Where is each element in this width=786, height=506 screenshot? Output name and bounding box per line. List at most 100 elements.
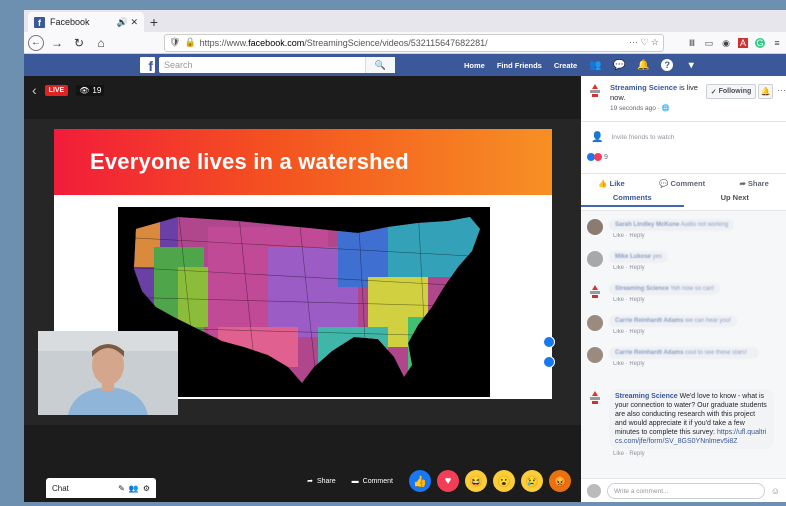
tab-comments[interactable]: Comments <box>581 193 684 207</box>
nav-create[interactable]: Create <box>554 61 577 70</box>
write-comment-row: Write a comment... ☺ <box>581 478 786 502</box>
comment-icon: ▬ <box>351 477 359 485</box>
friend-requests-icon[interactable]: 👥 <box>589 59 601 71</box>
emoji-icon[interactable]: ☺ <box>771 486 780 496</box>
player-top-bar: ‹ LIVE 👁 19 <box>24 76 581 104</box>
haha-reaction-button[interactable]: 😆 <box>465 470 487 492</box>
pdf-extension-icon[interactable]: A <box>738 37 748 48</box>
comment-actions[interactable]: Like · Reply <box>609 329 737 335</box>
more-options-icon[interactable]: ··· <box>777 85 786 95</box>
tab-facebook[interactable]: f Facebook 🔊 ✕ <box>28 12 144 32</box>
check-icon: ✓ <box>710 88 717 96</box>
avatar[interactable] <box>587 251 603 267</box>
streaming-science-logo-icon[interactable] <box>587 389 603 405</box>
search-button[interactable]: 🔍 <box>365 57 395 73</box>
reload-button[interactable]: ↻ <box>70 34 88 52</box>
comment-actions[interactable]: Like · Reply <box>609 451 774 457</box>
nav-bar: ← → ↻ ⌂ 🛡 🔒 https://www.facebook.com/Str… <box>24 32 786 54</box>
like-reaction-button[interactable]: 👍 <box>409 470 431 492</box>
share-button[interactable]: ➦ Share <box>307 477 336 486</box>
facebook-logo-icon[interactable]: f <box>140 57 155 73</box>
nav-home[interactable]: Home <box>464 61 485 70</box>
reaction-count: 9 <box>604 153 608 161</box>
avatar[interactable] <box>587 347 603 363</box>
url-text[interactable]: https://www.facebook.com/StreamingScienc… <box>200 38 625 48</box>
video-player[interactable]: ‹ LIVE 👁 19 Everyone lives in a watershed <box>24 76 581 502</box>
page-name-link[interactable]: Streaming Science <box>610 83 677 92</box>
sad-reaction-button[interactable]: 😢 <box>521 470 543 492</box>
comment-actions[interactable]: Like · Reply <box>609 265 668 271</box>
comment-actions[interactable]: Like · Reply <box>609 297 720 303</box>
love-dot-icon <box>594 153 602 161</box>
back-arrow-icon[interactable]: ‹ <box>32 82 37 98</box>
streaming-science-logo-icon[interactable] <box>589 84 601 98</box>
invite-friends-row[interactable]: 👤 Invite friends to watch <box>581 122 786 152</box>
post-actions: 👍 Like 💬 Comment ➦ Share <box>581 173 786 193</box>
laughing-face-icon: 😆 <box>469 475 483 488</box>
back-button[interactable]: ← <box>28 34 44 51</box>
extension-icon[interactable]: G <box>755 37 765 48</box>
comment-button[interactable]: ▬ Comment <box>352 478 393 485</box>
nav-find-friends[interactable]: Find Friends <box>497 61 542 70</box>
library-icon[interactable]: Ⅲ <box>687 38 697 48</box>
help-icon[interactable]: ? <box>661 59 674 71</box>
globe-icon: 🌐 <box>661 105 670 112</box>
messenger-icon[interactable]: 💬 <box>613 59 625 71</box>
tab-audio-close-icons[interactable]: 🔊 ✕ <box>117 17 138 28</box>
slide-title: Everyone lives in a watershed <box>90 149 409 174</box>
reaction-summary[interactable]: 9 <box>587 153 608 161</box>
lock-icon[interactable]: 🔒 <box>184 37 195 48</box>
comment-action-button[interactable]: 💬 Comment <box>659 179 705 188</box>
avatar[interactable] <box>587 315 603 331</box>
tab-bar: f Facebook 🔊 ✕ + <box>24 10 786 32</box>
account-dropdown-icon[interactable]: ▾ <box>685 59 697 71</box>
bell-icon: 🔔 <box>760 87 771 96</box>
new-message-icon[interactable]: ✎ <box>118 484 125 493</box>
account-icon[interactable]: ◉ <box>721 38 731 48</box>
wow-reaction-button[interactable]: 😮 <box>493 470 515 492</box>
new-tab-button[interactable]: + <box>144 12 164 32</box>
comment-author-link[interactable]: Streaming Science <box>615 393 678 400</box>
comment-item: Carrie Reinhardt Adams cool to see these… <box>587 347 759 367</box>
main-content: ‹ LIVE 👁 19 Everyone lives in a watershed <box>24 76 786 502</box>
following-button[interactable]: ✓ Following <box>706 84 756 99</box>
url-bar[interactable]: 🛡 🔒 https://www.facebook.com/StreamingSc… <box>164 33 664 52</box>
browser-window: f Facebook 🔊 ✕ + ← → ↻ ⌂ 🛡 🔒 https://www… <box>24 10 786 502</box>
sidebar-icon[interactable]: ▭ <box>704 38 714 48</box>
menu-icon[interactable]: ≡ <box>772 38 782 48</box>
presenter-webcam <box>38 331 178 415</box>
comment-bubble: Carrie Reinhardt Adams we can hear you! <box>609 315 737 327</box>
comment-actions[interactable]: Like · Reply <box>609 233 734 239</box>
angry-face-icon: 😡 <box>553 475 567 488</box>
comment-bubble: Sarah Lindley McKune Audio not working <box>609 219 735 231</box>
search-input[interactable]: Search <box>159 57 395 73</box>
chat-bar[interactable]: Chat ✎ 👥 ⚙ <box>46 478 156 498</box>
streaming-science-logo-icon[interactable] <box>587 283 603 299</box>
comment-input[interactable]: Write a comment... <box>607 482 765 499</box>
search-icon: 🔍 <box>374 59 387 70</box>
comment-bubble: Streaming Science Yeh now so can! <box>609 283 721 295</box>
comment-actions[interactable]: Like · Reply <box>609 361 759 367</box>
shield-icon[interactable]: 🛡 <box>169 37 180 48</box>
comment-list: Sarah Lindley McKune Audio not working L… <box>581 210 786 478</box>
share-action-button[interactable]: ➦ Share <box>740 179 769 188</box>
notifications-icon[interactable]: 🔔 <box>637 59 649 71</box>
home-icon[interactable]: ⌂ <box>92 34 110 52</box>
panel-tabs: Comments Up Next <box>581 193 786 207</box>
facebook-nav: Home Find Friends Create 👥 💬 🔔 ? ▾ <box>464 54 697 76</box>
comments-panel: Streaming Science is live now. 19 second… <box>581 76 786 502</box>
love-reaction-button[interactable]: ♥ <box>437 470 459 492</box>
chat-label: Chat <box>52 483 69 493</box>
chat-settings-icon[interactable]: ⚙ <box>143 484 150 493</box>
notifications-toggle-button[interactable]: 🔔 <box>758 84 773 99</box>
like-reaction-icon <box>543 356 555 368</box>
group-chat-icon[interactable]: 👥 <box>129 484 139 493</box>
avatar[interactable] <box>587 219 603 235</box>
comment-item: Mike Lukose yes Like · Reply <box>587 251 669 271</box>
angry-reaction-button[interactable]: 😡 <box>549 470 571 492</box>
forward-button[interactable]: → <box>48 34 66 52</box>
like-button[interactable]: 👍 Like <box>598 179 624 188</box>
tab-up-next[interactable]: Up Next <box>684 193 786 207</box>
page-actions-icons[interactable]: ··· ♡ ☆ <box>629 37 659 48</box>
comment-item: Streaming Science Yeh now so can! Like ·… <box>587 283 721 303</box>
